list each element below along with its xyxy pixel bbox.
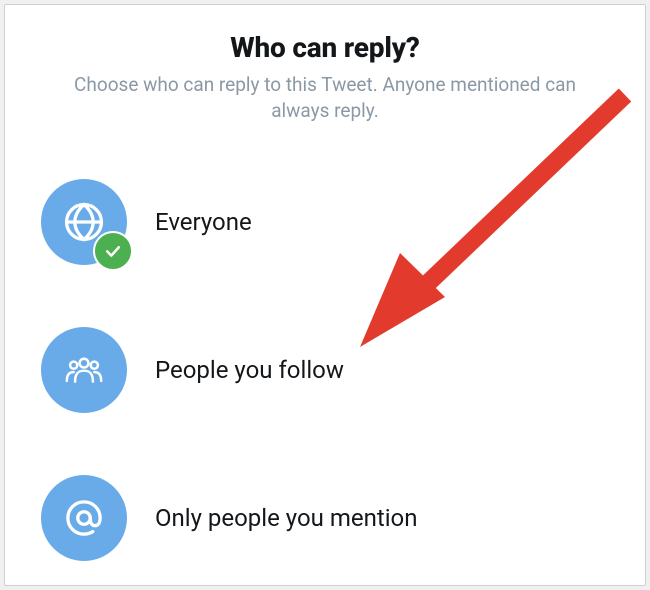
- reply-settings-sheet: Who can reply? Choose who can reply to t…: [4, 4, 646, 586]
- option-label: Everyone: [155, 208, 252, 236]
- icon-wrap: [41, 327, 127, 413]
- option-label: Only people you mention: [155, 504, 418, 532]
- people-icon: [41, 327, 127, 413]
- option-label: People you follow: [155, 356, 344, 384]
- icon-wrap: [41, 179, 127, 265]
- at-icon: [41, 475, 127, 561]
- screenshot-frame: Who can reply? Choose who can reply to t…: [0, 0, 650, 590]
- option-only-mentions[interactable]: Only people you mention: [41, 459, 645, 577]
- option-people-you-follow[interactable]: People you follow: [41, 311, 645, 429]
- sheet-title: Who can reply?: [5, 31, 645, 64]
- option-everyone[interactable]: Everyone: [41, 163, 645, 281]
- sheet-subtitle: Choose who can reply to this Tweet. Anyo…: [65, 72, 585, 123]
- selected-check-icon: [93, 231, 133, 271]
- reply-options-list: Everyone: [5, 163, 645, 577]
- icon-wrap: [41, 475, 127, 561]
